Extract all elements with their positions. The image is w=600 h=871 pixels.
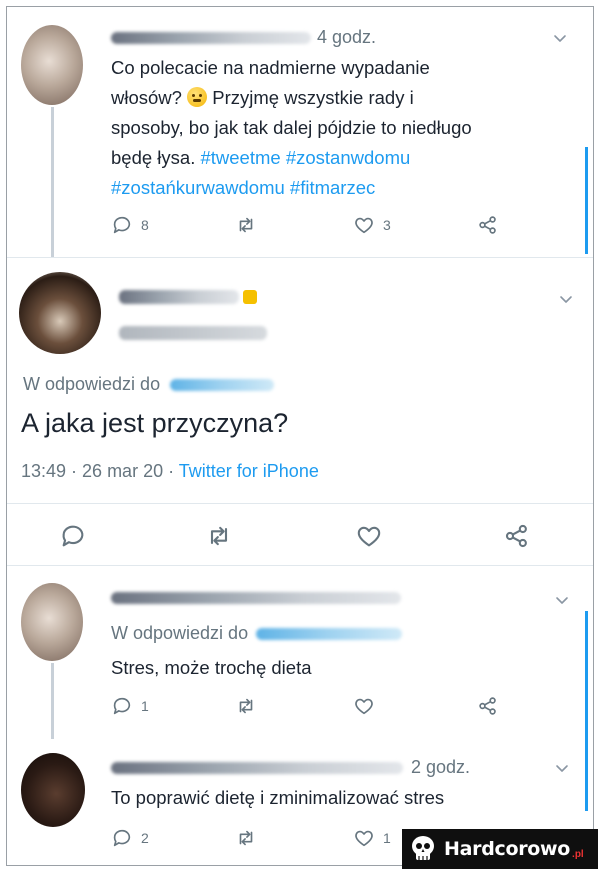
- share-button[interactable]: [503, 522, 531, 550]
- reply-icon: [111, 214, 133, 236]
- hashtag-link[interactable]: #fitmarzec: [290, 177, 375, 198]
- reply-icon: [111, 695, 133, 717]
- screenshot-frame: 4 godz. Co polecacie na nadmierne wypada…: [6, 6, 594, 866]
- tweet-text-line: Co polecacie na nadmierne wypadanie: [111, 57, 430, 78]
- reply-context: W odpowiedzi do: [111, 623, 403, 644]
- tweet-header: 2 godz.: [111, 757, 470, 778]
- like-button[interactable]: 3: [353, 214, 391, 236]
- tweet-actions: 1: [111, 695, 511, 721]
- tweet-actions: [59, 522, 559, 548]
- tweet-text-part: Przyjmę wszystkie rady i: [212, 87, 414, 108]
- thread-line: [51, 663, 54, 739]
- retweet-button[interactable]: [235, 827, 257, 849]
- like-count: 3: [383, 217, 391, 233]
- chevron-down-icon[interactable]: [559, 292, 573, 306]
- avatar[interactable]: [19, 272, 101, 354]
- user-handle: [119, 324, 267, 342]
- chevron-down-icon[interactable]: [553, 31, 567, 45]
- blurred-username: [119, 289, 239, 304]
- name-emoji: [243, 289, 258, 304]
- share-icon: [477, 214, 499, 236]
- tweet-time: 2 godz.: [411, 757, 471, 777]
- reply-icon: [59, 522, 87, 550]
- focused-tweet-text: A jaka jest przyczyna?: [21, 408, 289, 438]
- retweet-icon: [235, 827, 257, 849]
- tweet-text-part: włosów?: [111, 87, 182, 108]
- tweet-text: Co polecacie na nadmierne wypadanie włos…: [111, 53, 581, 203]
- tweet-header: 4 godz.: [111, 27, 376, 48]
- blurred-username: [111, 761, 403, 774]
- site-watermark: Hardcorowo .pl: [402, 829, 598, 869]
- like-icon: [355, 522, 383, 550]
- tweet-actions: 8 3: [111, 214, 511, 240]
- tweet-timestamp: 13:49 · 26 mar 20 · Twitter for iPhone: [21, 461, 319, 482]
- retweet-button[interactable]: [235, 695, 257, 717]
- blurred-mention[interactable]: [170, 378, 275, 391]
- source-link[interactable]: Twitter for iPhone: [179, 461, 319, 481]
- reply-button[interactable]: 8: [111, 214, 149, 236]
- blurred-mention[interactable]: [256, 627, 403, 640]
- blurred-username: [111, 591, 401, 604]
- hashtag-link[interactable]: #tweetme: [200, 147, 280, 168]
- divider: [7, 565, 593, 566]
- blurred-handle: [119, 325, 267, 340]
- watermark-suffix: .pl: [572, 849, 584, 860]
- share-icon: [477, 695, 499, 717]
- watermark-text: Hardcorowo: [444, 838, 571, 860]
- share-button[interactable]: [477, 695, 499, 717]
- scroll-indicator: [585, 611, 588, 811]
- tweet-text-line: #zostańkurwawdomu #fitmarzec: [111, 173, 581, 203]
- divider: [7, 503, 593, 504]
- emoji-icon: [187, 87, 208, 107]
- tweet-reply[interactable]: W odpowiedzi do Stres, może trochę dieta…: [7, 567, 593, 739]
- like-count: 1: [383, 830, 391, 846]
- retweet-button[interactable]: [205, 522, 233, 550]
- reply-context: W odpowiedzi do: [23, 374, 275, 395]
- user-name: [119, 288, 258, 306]
- reply-icon: [111, 827, 133, 849]
- chevron-down-icon[interactable]: [555, 593, 569, 607]
- tweet-header: [111, 589, 401, 607]
- tweet-time: 4 godz.: [317, 27, 377, 47]
- reply-count: 2: [141, 830, 149, 846]
- like-icon: [353, 214, 375, 236]
- like-button[interactable]: 1: [353, 827, 391, 849]
- avatar[interactable]: [21, 25, 83, 105]
- tweet-text-line: włosów? Przyjmę wszystkie rady i: [111, 83, 581, 113]
- reply-to-label: W odpowiedzi do: [111, 623, 249, 643]
- tweet-text-line: sposoby, bo jak tak dalej pójdzie to nie…: [111, 117, 472, 138]
- retweet-icon: [205, 522, 233, 550]
- tweet-text-part: będę łysa.: [111, 147, 196, 168]
- thread-line: [51, 107, 54, 257]
- tweet-original[interactable]: 4 godz. Co polecacie na nadmierne wypada…: [7, 7, 593, 257]
- like-button[interactable]: [353, 695, 375, 717]
- reply-button[interactable]: 2: [111, 827, 149, 849]
- reply-to-label: W odpowiedzi do: [23, 374, 161, 394]
- like-icon: [353, 827, 375, 849]
- chevron-down-icon[interactable]: [555, 761, 569, 775]
- hashtag-link[interactable]: #zostanwdomu: [286, 147, 410, 168]
- scroll-indicator: [585, 147, 588, 254]
- hashtag-link[interactable]: #zostańkurwawdomu: [111, 177, 285, 198]
- tweet-text: Stres, może trochę dieta: [111, 657, 312, 678]
- avatar[interactable]: [21, 753, 85, 827]
- reply-button[interactable]: 1: [111, 695, 149, 717]
- reply-count: 1: [141, 698, 149, 714]
- tweet-focused[interactable]: W odpowiedzi do A jaka jest przyczyna? 1…: [7, 258, 593, 565]
- blurred-username: [111, 31, 311, 44]
- tweet-text: To poprawić dietę i zminimalizować stres: [111, 787, 445, 808]
- timestamp: 13:49 · 26 mar 20 ·: [21, 461, 175, 481]
- reply-count: 8: [141, 217, 149, 233]
- retweet-button[interactable]: [235, 214, 257, 236]
- skull-icon: [412, 836, 434, 860]
- like-icon: [353, 695, 375, 717]
- like-button[interactable]: [355, 522, 383, 550]
- share-icon: [503, 522, 531, 550]
- retweet-icon: [235, 214, 257, 236]
- share-button[interactable]: [477, 214, 499, 236]
- tweet-text-line: będę łysa. #tweetme #zostanwdomu: [111, 143, 581, 173]
- retweet-icon: [235, 695, 257, 717]
- avatar[interactable]: [21, 583, 83, 661]
- reply-button[interactable]: [59, 522, 87, 550]
